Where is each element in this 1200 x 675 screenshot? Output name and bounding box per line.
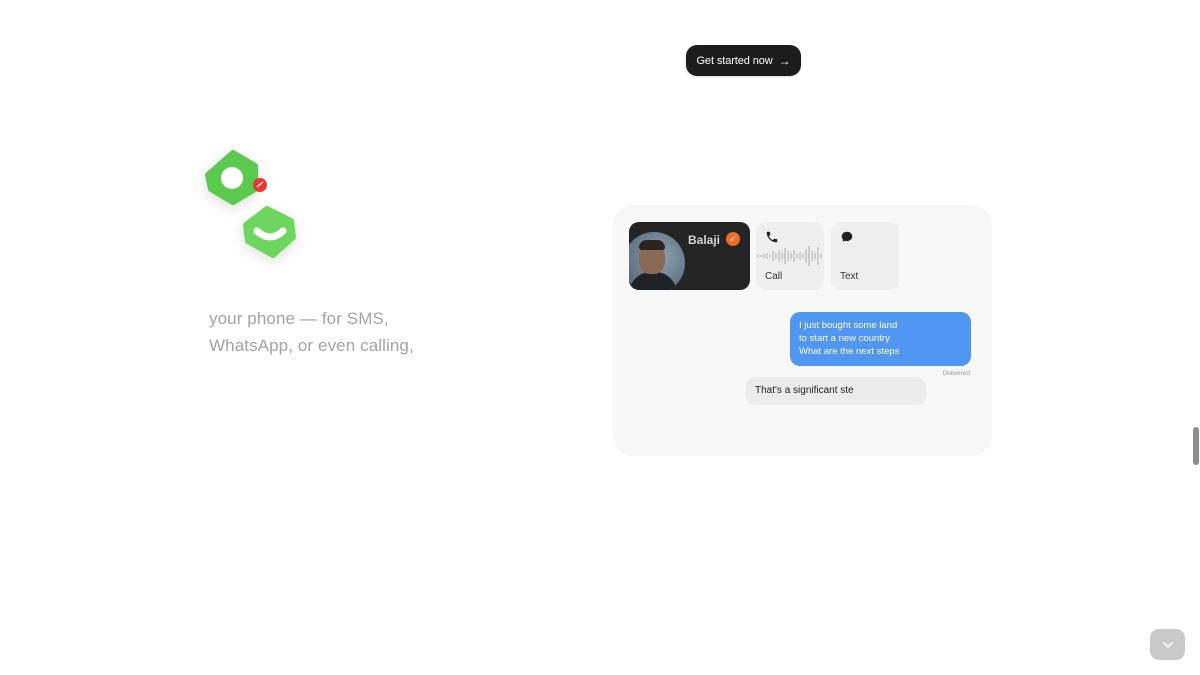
check-badge-icon: ✓ (726, 232, 740, 246)
message-line: to start a new country. (799, 333, 892, 344)
hero-tagline: your phone — for SMS, WhatsApp, or even … (209, 305, 509, 359)
scrollbar-thumb[interactable] (1193, 427, 1199, 465)
get-started-label: Get started now (696, 54, 773, 67)
call-label: Call (765, 271, 783, 282)
text-button[interactable]: Text (831, 222, 899, 290)
delivery-status: Delivered (942, 370, 970, 377)
messaging-demo-card: Balaji ✓ Call Text I just bought some la… (613, 205, 992, 456)
tagline-line: WhatsApp, or even calling, (209, 336, 414, 355)
chat-bubble-icon (840, 230, 854, 249)
incoming-message: That's a significant ste (746, 377, 926, 405)
chat-logo-icon (205, 150, 258, 205)
message-line: I just bought some land (799, 320, 898, 331)
call-button[interactable]: Call (756, 222, 824, 290)
chevron-down-icon (1162, 641, 1173, 648)
scroll-down-button[interactable] (1150, 629, 1185, 660)
outgoing-message: I just bought some land to start a new c… (790, 312, 971, 366)
text-label: Text (840, 271, 859, 282)
voice-waveform-icon (757, 246, 822, 266)
arrow-right-icon: → (778, 53, 791, 68)
get-started-button[interactable]: Get started now → (686, 45, 801, 76)
message-line: What are the next steps (799, 346, 900, 357)
contact-card[interactable]: Balaji ✓ (629, 222, 750, 290)
tagline-line: your phone — for SMS, (209, 309, 389, 328)
contact-name: Balaji (688, 233, 721, 247)
avatar (629, 232, 685, 290)
brand-logo (195, 145, 315, 270)
phone-logo-icon (243, 206, 296, 258)
